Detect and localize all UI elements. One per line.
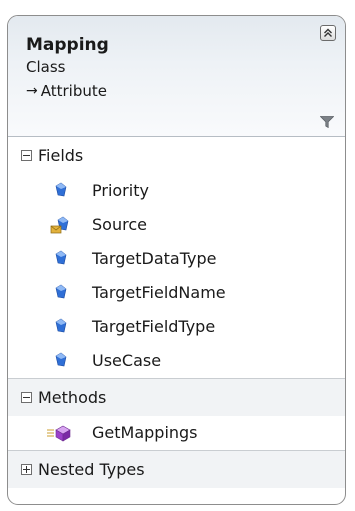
field-item-targetfieldtype[interactable]: TargetFieldType [8, 310, 345, 344]
collapse-minus-icon[interactable] [21, 392, 32, 403]
expand-plus-icon[interactable] [21, 464, 32, 475]
field-item-priority[interactable]: Priority [8, 174, 345, 208]
base-class-row: → Attribute [26, 82, 107, 100]
collapse-button[interactable] [320, 25, 336, 41]
protected-field-envelope-icon [50, 216, 69, 234]
class-name[interactable]: Mapping [26, 35, 109, 55]
field-diamond-icon [55, 250, 67, 265]
class-header: Mapping Class → Attribute [8, 16, 345, 137]
nested-types-section-header[interactable]: Nested Types [8, 450, 345, 488]
field-name: TargetFieldName [92, 283, 226, 302]
field-name: TargetDataType [92, 249, 217, 268]
class-kind: Class [26, 58, 66, 76]
nested-types-section-label: Nested Types [38, 460, 145, 479]
field-name: TargetFieldType [92, 317, 216, 336]
method-item-getmappings[interactable]: GetMappings [8, 416, 345, 450]
base-class-name: Attribute [40, 82, 107, 100]
field-item-targetdatatype[interactable]: TargetDataType [8, 242, 345, 276]
field-item-usecase[interactable]: UseCase [8, 344, 345, 378]
methods-list: GetMappings [8, 416, 345, 450]
fields-list: Priority Source TargetDataType TargetFie… [8, 174, 345, 378]
field-item-source[interactable]: Source [8, 208, 345, 242]
field-name: Source [92, 215, 147, 234]
methods-section-label: Methods [38, 388, 107, 407]
fields-section-header[interactable]: Fields [8, 137, 345, 174]
method-name: GetMappings [92, 423, 198, 442]
class-shape[interactable]: Mapping Class → Attribute Fields Priorit… [7, 15, 346, 505]
field-diamond-icon [55, 284, 67, 299]
inheritance-arrow-icon: → [26, 83, 38, 99]
double-chevron-up-icon [324, 28, 332, 37]
methods-section-header[interactable]: Methods [8, 378, 345, 416]
field-diamond-icon [55, 352, 67, 367]
field-diamond-icon [55, 318, 67, 333]
field-name: Priority [92, 181, 149, 200]
field-diamond-icon [55, 182, 67, 197]
fields-section-label: Fields [38, 146, 84, 165]
funnel-icon[interactable] [320, 116, 334, 128]
method-cube-icon [47, 425, 71, 442]
field-name: UseCase [92, 351, 162, 370]
collapse-minus-icon[interactable] [21, 150, 32, 161]
field-item-targetfieldname[interactable]: TargetFieldName [8, 276, 345, 310]
